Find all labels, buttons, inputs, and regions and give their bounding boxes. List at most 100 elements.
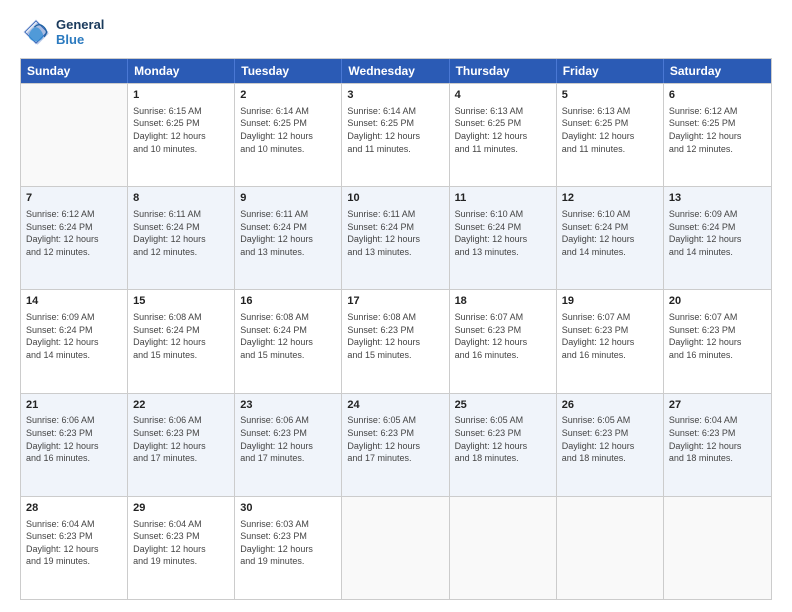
calendar-day-13: 13 Sunrise: 6:09 AMSunset: 6:24 PMDayligh… xyxy=(664,187,771,289)
calendar-day-27: 27Sunrise: 6:04 AMSunset: 6:23 PMDayligh… xyxy=(664,394,771,496)
calendar-day-1: 1 Sunrise: 6:15 AMSunset: 6:25 PMDaylight… xyxy=(128,84,235,186)
calendar-day-29: 29 Sunrise: 6:04 AMSunset: 6:23 PMDayligh… xyxy=(128,497,235,599)
calendar-empty-cell xyxy=(557,497,664,599)
header-day-monday: Monday xyxy=(128,59,235,83)
day-number: 13 xyxy=(669,191,766,206)
day-number: 4 xyxy=(455,88,551,103)
calendar-day-16: 16 Sunrise: 6:08 AMSunset: 6:24 PMDayligh… xyxy=(235,290,342,392)
day-number: 24 xyxy=(347,398,443,413)
calendar-day-30: 30 Sunrise: 6:03 AMSunset: 6:23 PMDayligh… xyxy=(235,497,342,599)
cell-info: Sunrise: 6:06 AMSunset: 6:23 PMDaylight:… xyxy=(240,414,336,464)
calendar-day-8: 8 Sunrise: 6:11 AMSunset: 6:24 PMDaylight… xyxy=(128,187,235,289)
calendar: SundayMondayTuesdayWednesdayThursdayFrid… xyxy=(20,58,772,600)
calendar-week-4: 21Sunrise: 6:06 AMSunset: 6:23 PMDayligh… xyxy=(21,393,771,496)
calendar-day-11: 11 Sunrise: 6:10 AMSunset: 6:24 PMDayligh… xyxy=(450,187,557,289)
day-number: 15 xyxy=(133,294,229,309)
cell-info: Sunrise: 6:11 AMSunset: 6:24 PMDaylight:… xyxy=(240,208,336,258)
calendar-day-26: 26Sunrise: 6:05 AMSunset: 6:23 PMDayligh… xyxy=(557,394,664,496)
cell-info: Sunrise: 6:15 AMSunset: 6:25 PMDaylight:… xyxy=(133,105,229,155)
day-number: 30 xyxy=(240,501,336,516)
logo-icon xyxy=(20,16,52,48)
cell-info: Sunrise: 6:05 AMSunset: 6:23 PMDaylight:… xyxy=(347,414,443,464)
header-day-sunday: Sunday xyxy=(21,59,128,83)
day-number: 1 xyxy=(133,88,229,103)
day-number: 17 xyxy=(347,294,443,309)
header-day-saturday: Saturday xyxy=(664,59,771,83)
header-day-thursday: Thursday xyxy=(450,59,557,83)
day-number: 9 xyxy=(240,191,336,206)
calendar-day-28: 28Sunrise: 6:04 AMSunset: 6:23 PMDayligh… xyxy=(21,497,128,599)
day-number: 26 xyxy=(562,398,658,413)
day-number: 11 xyxy=(455,191,551,206)
cell-info: Sunrise: 6:03 AMSunset: 6:23 PMDaylight:… xyxy=(240,518,336,568)
calendar-day-14: 14 Sunrise: 6:09 AMSunset: 6:24 PMDayligh… xyxy=(21,290,128,392)
day-number: 8 xyxy=(133,191,229,206)
cell-info: Sunrise: 6:14 AMSunset: 6:25 PMDaylight:… xyxy=(347,105,443,155)
day-number: 27 xyxy=(669,398,766,413)
day-number: 28 xyxy=(26,501,122,516)
day-number: 29 xyxy=(133,501,229,516)
cell-info: Sunrise: 6:13 AMSunset: 6:25 PMDaylight:… xyxy=(562,105,658,155)
cell-info: Sunrise: 6:11 AMSunset: 6:24 PMDaylight:… xyxy=(133,208,229,258)
calendar-body: 1 Sunrise: 6:15 AMSunset: 6:25 PMDaylight… xyxy=(21,83,771,599)
calendar-day-25: 25Sunrise: 6:05 AMSunset: 6:23 PMDayligh… xyxy=(450,394,557,496)
cell-info: Sunrise: 6:06 AMSunset: 6:23 PMDaylight:… xyxy=(26,414,122,464)
calendar-week-2: 7 Sunrise: 6:12 AMSunset: 6:24 PMDaylight… xyxy=(21,186,771,289)
calendar-week-5: 28 Sunrise: 6:04 AMSunset: 6:23 PMDayligh… xyxy=(21,496,771,599)
day-number: 3 xyxy=(347,88,443,103)
cell-info: Sunrise: 6:08 AMSunset: 6:24 PMDaylight:… xyxy=(240,311,336,361)
day-number: 7 xyxy=(26,191,122,206)
calendar-empty-cell xyxy=(342,497,449,599)
cell-info: Sunrise: 6:05 AMSunset: 6:23 PMDaylight:… xyxy=(455,414,551,464)
logo-text: General Blue xyxy=(56,17,104,47)
cell-info: Sunrise: 6:07 AMSunset: 6:23 PMDaylight:… xyxy=(455,311,551,361)
cell-info: Sunrise: 6:04 AMSunset: 6:23 PMDaylight:… xyxy=(669,414,766,464)
cell-info: Sunrise: 6:12 AMSunset: 6:24 PMDaylight:… xyxy=(26,208,122,258)
cell-info: Sunrise: 6:10 AMSunset: 6:24 PMDaylight:… xyxy=(455,208,551,258)
cell-info: Sunrise: 6:07 AMSunset: 6:23 PMDaylight:… xyxy=(562,311,658,361)
calendar-day-19: 19 Sunrise: 6:07 AMSunset: 6:23 PMDayligh… xyxy=(557,290,664,392)
calendar-day-12: 12 Sunrise: 6:10 AMSunset: 6:24 PMDayligh… xyxy=(557,187,664,289)
calendar-day-20: 20 Sunrise: 6:07 AMSunset: 6:23 PMDayligh… xyxy=(664,290,771,392)
calendar-day-9: 9 Sunrise: 6:11 AMSunset: 6:24 PMDaylight… xyxy=(235,187,342,289)
cell-info: Sunrise: 6:04 AMSunset: 6:23 PMDaylight:… xyxy=(133,518,229,568)
logo: General Blue xyxy=(20,16,104,48)
calendar-day-3: 3 Sunrise: 6:14 AMSunset: 6:25 PMDaylight… xyxy=(342,84,449,186)
cell-info: Sunrise: 6:08 AMSunset: 6:24 PMDaylight:… xyxy=(133,311,229,361)
cell-info: Sunrise: 6:07 AMSunset: 6:23 PMDaylight:… xyxy=(669,311,766,361)
cell-info: Sunrise: 6:11 AMSunset: 6:24 PMDaylight:… xyxy=(347,208,443,258)
calendar-day-18: 18 Sunrise: 6:07 AMSunset: 6:23 PMDayligh… xyxy=(450,290,557,392)
day-number: 12 xyxy=(562,191,658,206)
day-number: 18 xyxy=(455,294,551,309)
calendar-week-3: 14 Sunrise: 6:09 AMSunset: 6:24 PMDayligh… xyxy=(21,289,771,392)
cell-info: Sunrise: 6:06 AMSunset: 6:23 PMDaylight:… xyxy=(133,414,229,464)
cell-info: Sunrise: 6:08 AMSunset: 6:23 PMDaylight:… xyxy=(347,311,443,361)
day-number: 5 xyxy=(562,88,658,103)
cell-info: Sunrise: 6:09 AMSunset: 6:24 PMDaylight:… xyxy=(26,311,122,361)
day-number: 23 xyxy=(240,398,336,413)
day-number: 22 xyxy=(133,398,229,413)
day-number: 20 xyxy=(669,294,766,309)
day-number: 6 xyxy=(669,88,766,103)
cell-info: Sunrise: 6:10 AMSunset: 6:24 PMDaylight:… xyxy=(562,208,658,258)
calendar-week-1: 1 Sunrise: 6:15 AMSunset: 6:25 PMDaylight… xyxy=(21,83,771,186)
calendar-empty-cell xyxy=(450,497,557,599)
day-number: 19 xyxy=(562,294,658,309)
day-number: 16 xyxy=(240,294,336,309)
day-number: 2 xyxy=(240,88,336,103)
calendar-day-2: 2Sunrise: 6:14 AMSunset: 6:25 PMDaylight… xyxy=(235,84,342,186)
calendar-day-6: 6Sunrise: 6:12 AMSunset: 6:25 PMDaylight… xyxy=(664,84,771,186)
calendar-day-5: 5 Sunrise: 6:13 AMSunset: 6:25 PMDaylight… xyxy=(557,84,664,186)
cell-info: Sunrise: 6:09 AMSunset: 6:24 PMDaylight:… xyxy=(669,208,766,258)
day-number: 14 xyxy=(26,294,122,309)
calendar-empty-cell xyxy=(21,84,128,186)
calendar-day-10: 10 Sunrise: 6:11 AMSunset: 6:24 PMDayligh… xyxy=(342,187,449,289)
day-number: 10 xyxy=(347,191,443,206)
calendar-header-row: SundayMondayTuesdayWednesdayThursdayFrid… xyxy=(21,59,771,83)
header-day-wednesday: Wednesday xyxy=(342,59,449,83)
calendar-day-23: 23Sunrise: 6:06 AMSunset: 6:23 PMDayligh… xyxy=(235,394,342,496)
calendar-day-15: 15 Sunrise: 6:08 AMSunset: 6:24 PMDayligh… xyxy=(128,290,235,392)
calendar-day-21: 21Sunrise: 6:06 AMSunset: 6:23 PMDayligh… xyxy=(21,394,128,496)
calendar-day-17: 17 Sunrise: 6:08 AMSunset: 6:23 PMDayligh… xyxy=(342,290,449,392)
calendar-day-24: 24Sunrise: 6:05 AMSunset: 6:23 PMDayligh… xyxy=(342,394,449,496)
